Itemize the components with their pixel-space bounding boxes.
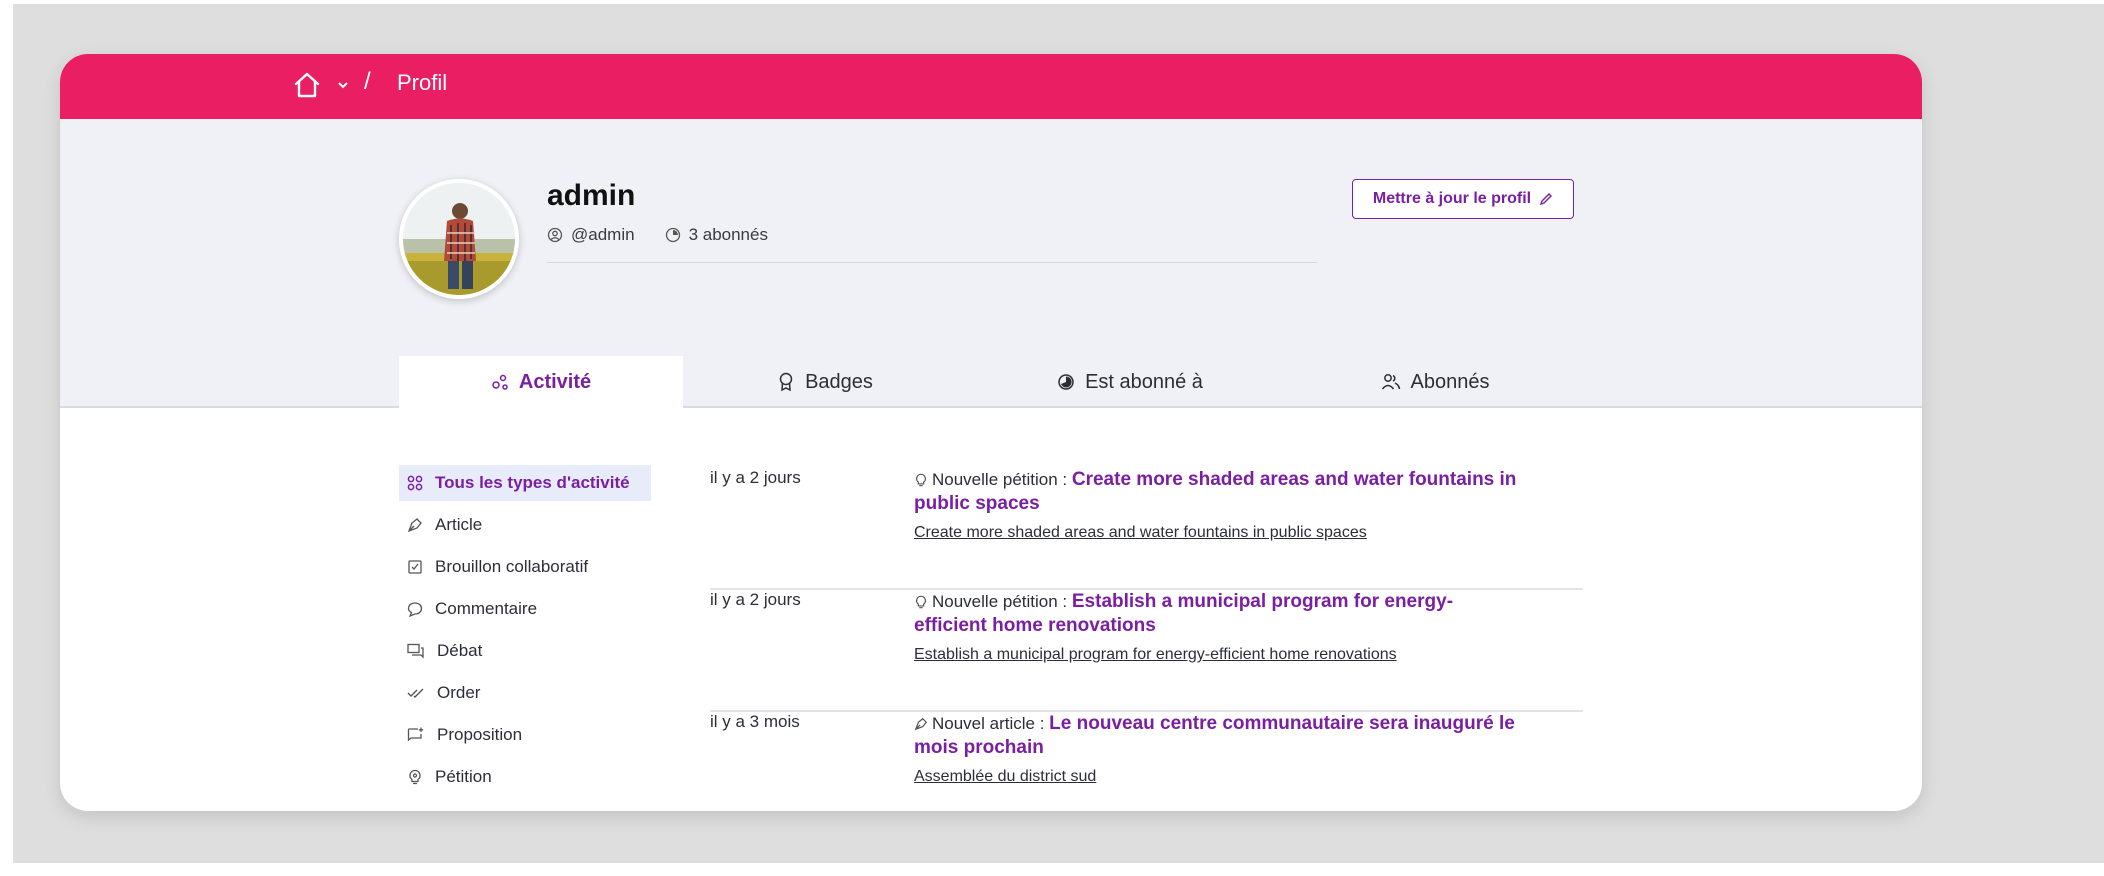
filter-all[interactable]: Tous les types d'activité — [399, 465, 651, 501]
followers-count[interactable]: 3 abonnés — [665, 225, 768, 245]
home-icon[interactable] — [292, 70, 322, 100]
pencil-icon — [1540, 193, 1553, 206]
entry-prefix: Nouvel article : — [932, 714, 1050, 733]
tab-label: Badges — [805, 370, 873, 393]
grid-icon — [407, 475, 423, 491]
app-window: / Profil admin @admin 3 abonnés Mettre à… — [60, 54, 1922, 811]
activity-icon — [492, 374, 508, 390]
activity-filters: Tous les types d'activité Article Brouil… — [399, 465, 651, 801]
profile-name: admin — [547, 179, 636, 212]
list-item: il y a 2 jours Nouvelle pétition : Estab… — [710, 590, 1583, 712]
filter-debate[interactable]: Débat — [399, 633, 651, 669]
top-bar: / Profil — [60, 54, 1922, 119]
divider — [547, 262, 1317, 263]
filter-label: Pétition — [435, 767, 492, 786]
activity-feed: il y a 2 jours Nouvelle pétition : Creat… — [710, 468, 1583, 811]
filter-comment[interactable]: Commentaire — [399, 591, 651, 627]
filter-collaborative-draft[interactable]: Brouillon collaboratif — [399, 549, 651, 585]
breadcrumb-current: Profil — [397, 70, 448, 95]
filter-label: Tous les types d'activité — [435, 473, 630, 492]
update-profile-button[interactable]: Mettre à jour le profil — [1352, 179, 1574, 219]
tab-abonnes[interactable]: Abonnés — [1293, 356, 1577, 408]
followers-count-text: 3 abonnés — [688, 225, 768, 244]
entry-sub-link[interactable]: Assemblée du district sud — [914, 768, 1096, 786]
breadcrumb-separator: / — [364, 68, 371, 95]
filter-label: Article — [435, 515, 483, 534]
pen-nib-icon — [407, 518, 422, 533]
double-check-icon — [407, 688, 424, 698]
filter-label: Débat — [437, 641, 483, 660]
lightbulb-icon — [409, 769, 421, 785]
entry-prefix: Nouvelle pétition : — [932, 470, 1072, 489]
entry-time: il y a 2 jours — [710, 468, 801, 487]
proposal-icon — [407, 727, 424, 742]
filter-order[interactable]: Order — [399, 675, 651, 711]
update-profile-label: Mettre à jour le profil — [1372, 190, 1532, 207]
filter-label: Brouillon collaboratif — [435, 557, 589, 576]
profile-tabs: Activité Badges Est abonné à Abonnés — [399, 356, 1577, 408]
chevron-down-icon[interactable] — [336, 78, 350, 92]
tab-badges[interactable]: Badges — [683, 356, 967, 408]
filter-label: Proposition — [437, 725, 523, 744]
follow-icon — [1058, 374, 1074, 390]
user-circle-icon — [547, 227, 563, 243]
tab-label: Activité — [518, 370, 592, 393]
comment-icon — [407, 602, 423, 617]
filter-label: Order — [437, 683, 481, 702]
followers-count-icon — [665, 227, 680, 243]
lightbulb-icon — [916, 595, 926, 609]
draft-icon — [408, 560, 422, 574]
filter-article[interactable]: Article — [399, 507, 651, 543]
entry-prefix: Nouvelle pétition : — [932, 592, 1072, 611]
entry-sub-link[interactable]: Create more shaded areas and water fount… — [914, 524, 1367, 542]
list-item: il y a 2 jours Nouvelle pétition : Creat… — [710, 468, 1583, 590]
badge-icon — [779, 372, 793, 392]
nickname-text: @admin — [571, 225, 635, 244]
tab-activite[interactable]: Activité — [399, 356, 683, 408]
list-item: il y a 3 mois Nouvel article : Le nouvea… — [710, 712, 1583, 811]
nickname: @admin — [547, 225, 635, 245]
tab-est-abonne-a[interactable]: Est abonné à — [967, 356, 1293, 408]
profile-meta: @admin 3 abonnés — [547, 225, 798, 245]
entry-sub-link[interactable]: Establish a municipal program for energy… — [914, 646, 1397, 664]
followers-icon — [1381, 374, 1400, 390]
avatar — [399, 179, 519, 299]
entry-time: il y a 2 jours — [710, 590, 801, 609]
tab-label: Abonnés — [1410, 370, 1490, 393]
filter-petition[interactable]: Pétition — [399, 759, 651, 795]
tab-label: Est abonné à — [1085, 370, 1203, 393]
debate-icon — [407, 643, 424, 659]
pen-nib-icon — [914, 717, 928, 731]
entry-time: il y a 3 mois — [710, 712, 800, 731]
lightbulb-icon — [916, 473, 926, 487]
filter-proposal[interactable]: Proposition — [399, 717, 651, 753]
filter-label: Commentaire — [435, 599, 538, 618]
